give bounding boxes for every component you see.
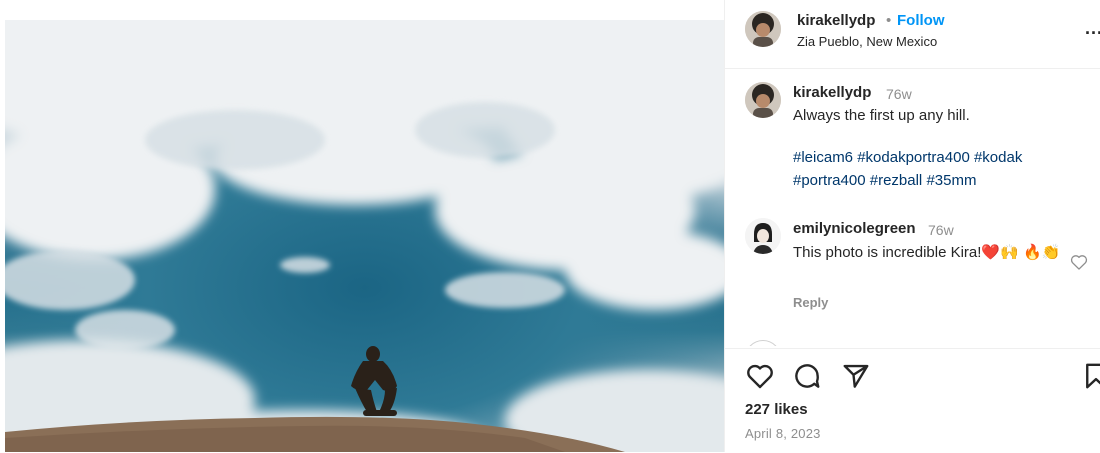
caption-hashtags: #leicam6 #kodakportra400 #kodak #portra4…: [793, 146, 1078, 192]
heart-icon[interactable]: [745, 361, 775, 396]
post-header: kirakellydp • Follow Zia Pueblo, New Mex…: [725, 0, 1100, 69]
post-details-pane: kirakellydp • Follow Zia Pueblo, New Mex…: [724, 0, 1100, 452]
hashtag-link[interactable]: #leicam6: [793, 149, 853, 166]
follow-button[interactable]: Follow: [897, 12, 945, 29]
post-date[interactable]: April 8, 2023: [745, 426, 821, 441]
next-comment-avatar: [745, 340, 781, 346]
heart-outline-icon[interactable]: [1069, 252, 1089, 277]
post-media-pane: [0, 0, 724, 452]
caption-author-avatar[interactable]: [745, 82, 781, 118]
avatar-image: [745, 82, 781, 118]
likes-count[interactable]: 227 likes: [745, 401, 808, 418]
hashtag-link[interactable]: #rezball: [870, 172, 923, 189]
post-location[interactable]: Zia Pueblo, New Mexico: [797, 34, 937, 49]
photo-scene: [5, 20, 724, 452]
reply-button[interactable]: Reply: [793, 295, 828, 310]
hashtag-link[interactable]: #35mm: [926, 172, 976, 189]
paper-plane-icon[interactable]: [841, 361, 871, 396]
caption-timestamp[interactable]: 76w: [886, 86, 912, 102]
comment-timestamp[interactable]: 76w: [928, 222, 954, 238]
avatar-image: [745, 218, 781, 254]
comment-text: This photo is incredible Kira!❤️🙌 🔥👏: [793, 244, 1061, 261]
avatar-image: [745, 11, 781, 47]
bookmark-icon[interactable]: [1081, 361, 1100, 396]
hashtag-link[interactable]: #portra400: [793, 172, 866, 189]
comment-bubble-icon[interactable]: [792, 361, 822, 396]
post-actions: 227 likes April 8, 2023: [725, 348, 1100, 453]
caption-username[interactable]: kirakellydp: [793, 84, 871, 101]
caption-text: Always the first up any hill.: [793, 107, 970, 124]
commenter-username[interactable]: emilynicolegreen: [793, 220, 916, 237]
post-photo[interactable]: [5, 20, 724, 452]
author-username[interactable]: kirakellydp: [797, 12, 875, 29]
commenter-avatar[interactable]: [745, 218, 781, 254]
hashtag-link[interactable]: #kodak: [974, 149, 1022, 166]
more-options-icon[interactable]: ...: [1085, 18, 1100, 39]
author-avatar[interactable]: [745, 11, 781, 47]
separator-dot: •: [886, 12, 892, 29]
hashtag-link[interactable]: #kodakportra400: [857, 149, 970, 166]
